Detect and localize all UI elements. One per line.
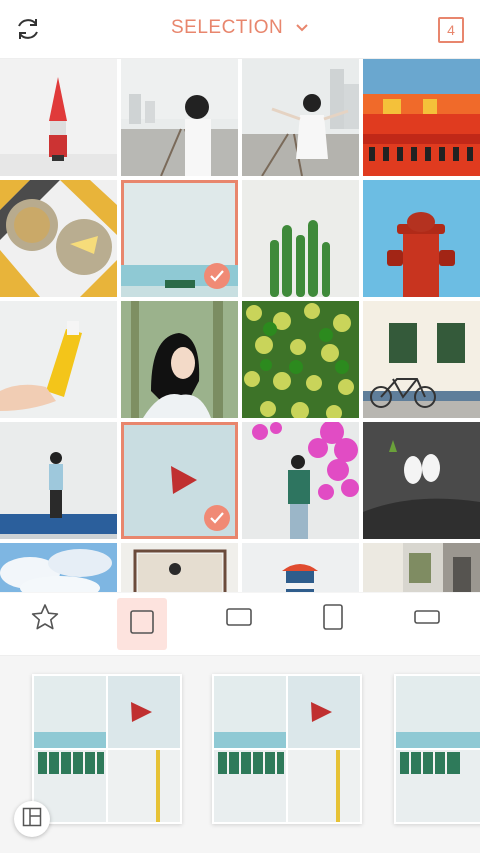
- photo-tile[interactable]: [242, 543, 359, 592]
- photo-tile[interactable]: [0, 180, 117, 297]
- photo-tile-selected[interactable]: [121, 422, 238, 539]
- layout-button[interactable]: [14, 801, 50, 837]
- favorites-button[interactable]: [20, 593, 70, 645]
- photo-tile-selected[interactable]: [121, 180, 238, 297]
- collage-preview-strip: [0, 656, 480, 853]
- photo-tile[interactable]: [363, 301, 480, 418]
- photo-tile[interactable]: [242, 59, 359, 176]
- ratio-square-button[interactable]: [117, 598, 167, 650]
- photo-tile[interactable]: [121, 59, 238, 176]
- photo-tile[interactable]: [363, 180, 480, 297]
- photo-tile[interactable]: [363, 59, 480, 176]
- top-bar: SELECTION 4: [0, 0, 480, 59]
- chevron-down-icon: [295, 17, 309, 39]
- photo-tile[interactable]: [363, 543, 480, 592]
- check-icon: [204, 263, 230, 289]
- photo-tile[interactable]: [242, 301, 359, 418]
- photo-tile[interactable]: [121, 301, 238, 418]
- layout-icon: [22, 807, 42, 832]
- star-icon: [30, 602, 60, 637]
- ratio-wide-button[interactable]: [402, 593, 452, 645]
- portrait-ratio-icon: [322, 603, 344, 636]
- photo-tile[interactable]: [363, 422, 480, 539]
- collage-preview[interactable]: [212, 674, 362, 824]
- landscape-ratio-icon: [225, 606, 253, 633]
- page-title: SELECTION: [171, 17, 284, 39]
- collage-preview[interactable]: [32, 674, 182, 824]
- wide-ratio-icon: [413, 609, 441, 630]
- photo-tile[interactable]: [242, 422, 359, 539]
- check-icon: [204, 505, 230, 531]
- photo-tile[interactable]: [121, 543, 238, 592]
- ratio-portrait-button[interactable]: [308, 593, 358, 645]
- square-ratio-icon: [129, 609, 155, 640]
- photo-tile[interactable]: [0, 59, 117, 176]
- selection-count-badge[interactable]: 4: [438, 17, 464, 43]
- ratio-toolbar: [0, 593, 480, 656]
- photo-tile[interactable]: [0, 543, 117, 592]
- selection-dropdown[interactable]: SELECTION: [0, 17, 480, 39]
- photo-tile[interactable]: [0, 301, 117, 418]
- collage-preview[interactable]: [394, 674, 480, 824]
- photo-tile[interactable]: [0, 422, 117, 539]
- ratio-landscape-button[interactable]: [214, 593, 264, 645]
- photo-grid: [0, 59, 480, 592]
- photo-tile[interactable]: [242, 180, 359, 297]
